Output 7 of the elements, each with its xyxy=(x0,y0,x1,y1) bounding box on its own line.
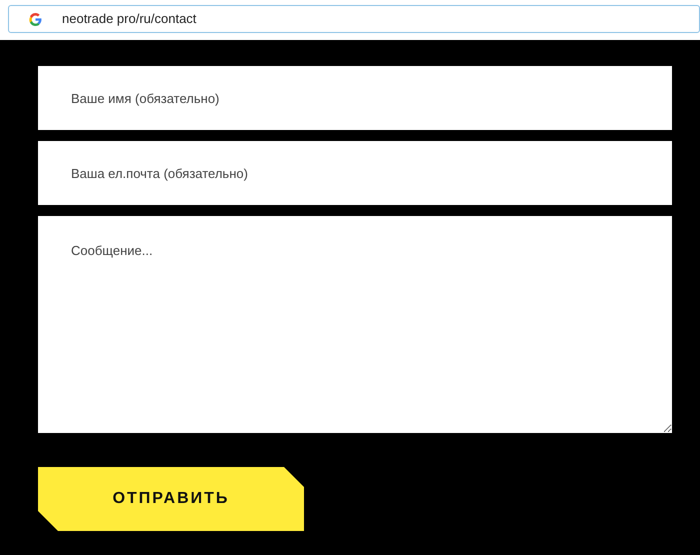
message-field[interactable]: Сообщение... xyxy=(38,216,672,433)
submit-button[interactable]: ОТПРАВИТЬ xyxy=(38,467,304,531)
address-bar[interactable]: neotrade pro/ru/contact xyxy=(8,5,700,33)
name-field[interactable]: Ваше имя (обязательно) xyxy=(38,66,672,130)
url-text: neotrade pro/ru/contact xyxy=(62,10,196,28)
google-logo-icon xyxy=(29,12,42,26)
email-field[interactable]: Ваша ел.почта (обязательно) xyxy=(38,141,672,205)
